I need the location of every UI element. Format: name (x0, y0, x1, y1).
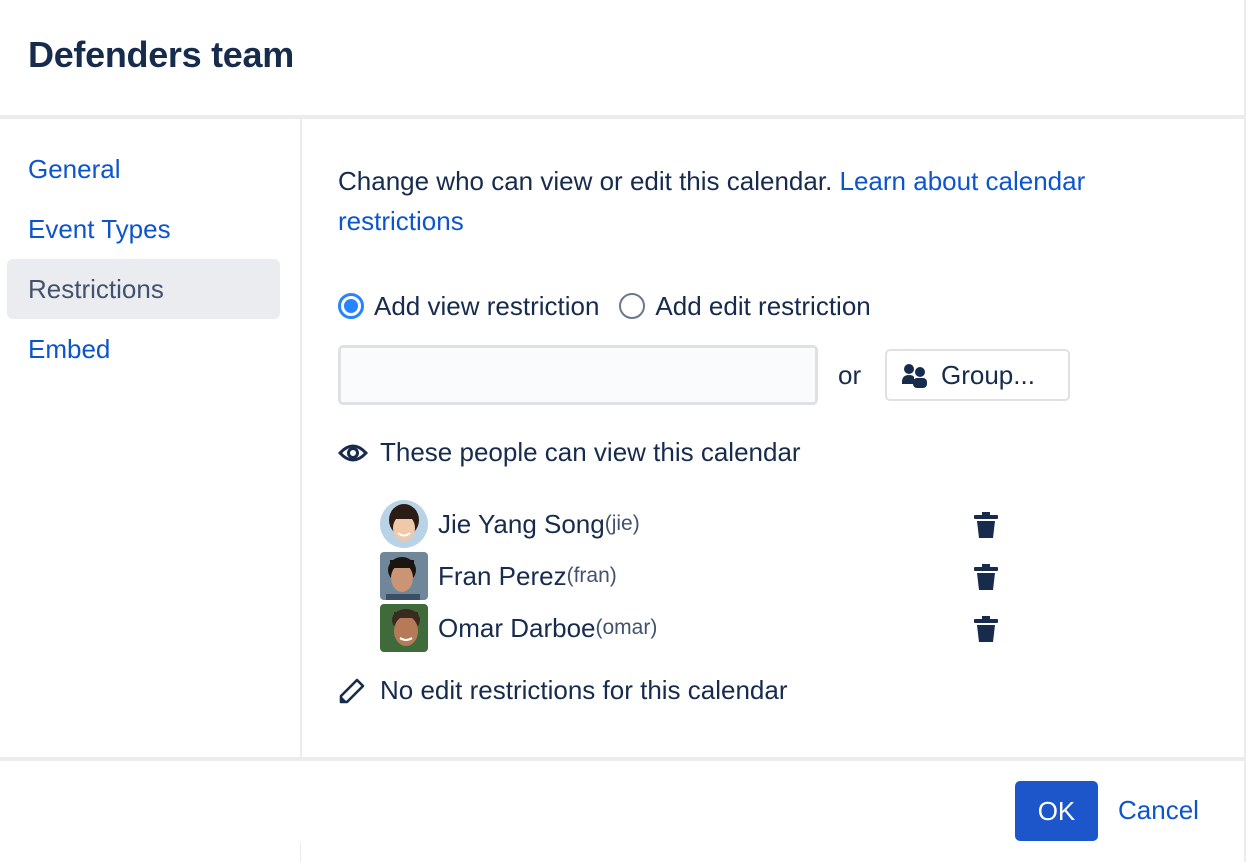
viewer-name: Fran Perez (438, 560, 567, 591)
view-permissions-header: These people can view this calendar (338, 437, 801, 468)
sidebar-item-general[interactable]: General (7, 139, 280, 199)
sidebar-divider-tail (300, 842, 301, 862)
remove-viewer-button[interactable] (974, 564, 998, 595)
intro-paragraph: Change who can view or edit this calenda… (338, 161, 1198, 241)
view-restriction-radio[interactable] (338, 293, 364, 319)
sidebar-item-event-types[interactable]: Event Types (7, 199, 280, 259)
sidebar-nav: General Event Types Restrictions Embed (0, 119, 300, 757)
trash-icon (974, 564, 998, 590)
calendar-settings-dialog: Defenders team General Event Types Restr… (0, 0, 1246, 862)
edit-permissions-header: No edit restrictions for this calendar (338, 675, 788, 706)
avatar (380, 552, 428, 600)
sidebar-item-restrictions[interactable]: Restrictions (7, 259, 280, 319)
viewer-name: Jie Yang Song (438, 508, 605, 539)
sidebar-divider (300, 119, 302, 757)
edit-restriction-radio[interactable] (619, 293, 646, 319)
intro-text: Change who can view or edit this calenda… (338, 166, 840, 196)
dialog-header: Defenders team (0, 0, 1246, 115)
viewer-list-item: Jie Yang Song (jie) (380, 499, 1060, 549)
edit-permissions-text: No edit restrictions for this calendar (380, 675, 788, 705)
group-icon (902, 364, 927, 388)
viewer-username: (jie) (604, 512, 640, 535)
group-button[interactable]: Group... (885, 349, 1070, 401)
sidebar-item-embed[interactable]: Embed (7, 319, 280, 379)
cancel-button[interactable]: Cancel (1118, 795, 1199, 826)
user-search-input[interactable] (338, 345, 818, 405)
restriction-type-radio-group: Add view restriction Add edit restrictio… (338, 287, 891, 325)
or-label: or (838, 360, 862, 390)
viewer-list-item: Fran Perez (fran) (380, 551, 1060, 601)
viewer-username: (fran) (566, 564, 617, 587)
eye-icon (338, 444, 368, 461)
avatar (380, 500, 428, 548)
dialog-title: Defenders team (28, 34, 294, 75)
group-button-label: Group... (941, 359, 1035, 390)
avatar (380, 604, 428, 652)
remove-viewer-button[interactable] (974, 512, 998, 543)
ok-button[interactable]: OK (1015, 781, 1098, 841)
trash-icon (974, 616, 998, 642)
trash-icon (974, 512, 998, 538)
remove-viewer-button[interactable] (974, 616, 998, 647)
viewer-name: Omar Darboe (438, 612, 596, 643)
edit-restriction-label[interactable]: Add edit restriction (655, 291, 870, 322)
viewer-username: (omar) (595, 616, 658, 639)
dialog-footer: OK Cancel (0, 761, 1246, 862)
view-permissions-text: These people can view this calendar (380, 437, 801, 467)
viewer-list-item: Omar Darboe (omar) (380, 603, 1060, 653)
view-restriction-label[interactable]: Add view restriction (374, 291, 599, 322)
pencil-icon (339, 678, 365, 703)
